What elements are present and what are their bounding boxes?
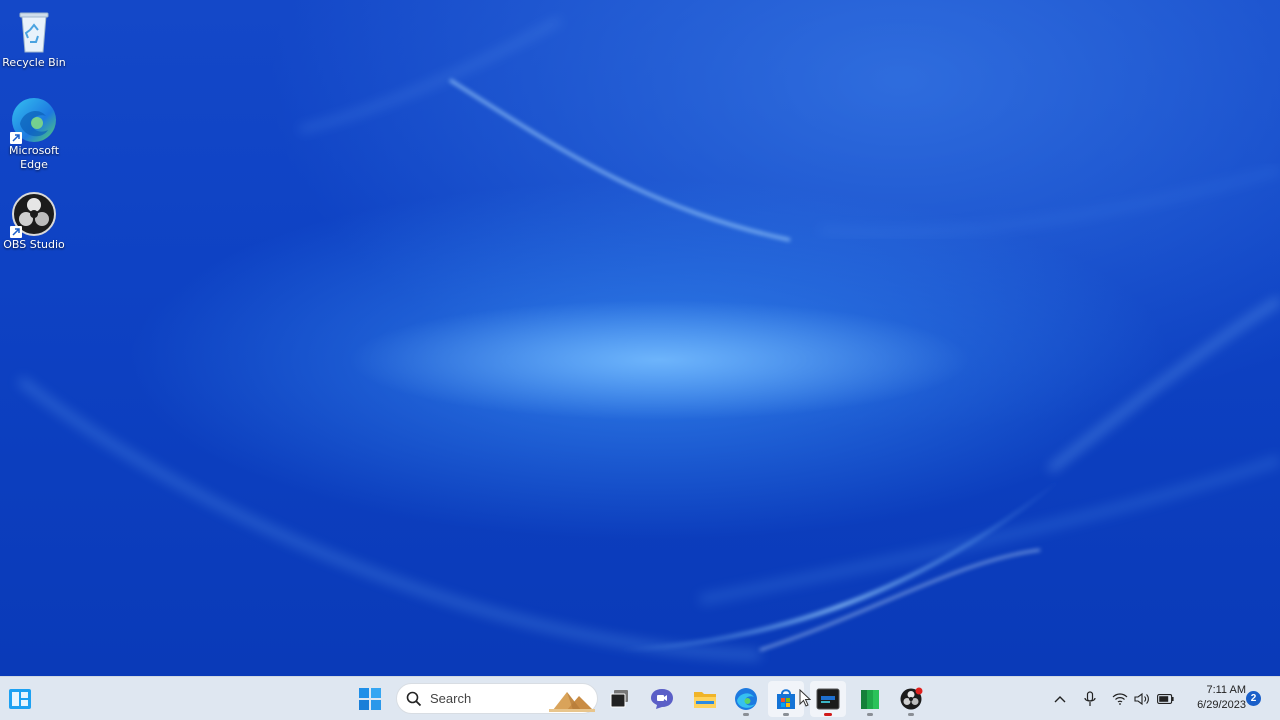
search-icon [406,691,422,706]
running-indicator [908,713,914,716]
running-indicator [867,713,873,716]
recycle-bin-icon [10,8,58,56]
green-app-icon [861,690,879,709]
obs-taskbar-button[interactable] [893,681,929,717]
folder-icon [694,692,716,708]
battery-tray-button[interactable] [1155,685,1175,713]
volume-tray-button[interactable] [1132,685,1152,713]
running-indicator [783,713,789,716]
shortcut-arrow-icon [10,132,22,144]
active-indicator [824,713,832,716]
windows-start-icon [359,688,381,710]
edge-icon [735,688,757,710]
notification-badge[interactable]: 2 [1246,691,1261,706]
shortcut-arrow-icon [10,226,22,238]
desktop-icon-label: Microsoft Edge [8,144,60,171]
obs-icon [10,190,58,238]
running-indicator [743,713,749,716]
widgets-icon [9,689,31,709]
file-explorer-button[interactable] [687,681,723,717]
desktop-icon-label: Recycle Bin [2,56,66,69]
start-button[interactable] [352,681,388,717]
search-highlight-pyramids-icon [549,692,595,712]
green-app-button[interactable] [852,681,888,717]
desktop-wallpaper: Recycle Bin Microsoft Edge OBS Studio [0,0,1280,676]
chevron-up-icon [1054,696,1066,703]
microphone-icon [1084,691,1096,706]
store-icon [777,689,795,709]
task-view-button[interactable] [602,681,638,717]
search-input[interactable] [428,690,542,707]
teams-chat-icon [651,689,673,709]
edge-taskbar-button[interactable] [728,681,764,717]
obs-icon [900,687,923,710]
microphone-tray-button[interactable] [1080,685,1100,713]
clock-time: 7:11 AM [1206,684,1246,696]
clock-button[interactable]: 7:11 AM 6/29/2023 [1180,683,1246,713]
taskbar: 7:11 AM 6/29/2023 2 [0,676,1280,720]
clock-date: 6/29/2023 [1197,699,1246,711]
desktop-icon-label: OBS Studio [3,238,65,251]
widgets-button[interactable] [2,681,38,717]
wallpaper-light-streaks [17,18,1280,659]
mouse-cursor-icon [799,689,811,707]
chat-button[interactable] [644,681,680,717]
show-hidden-icons-button[interactable] [1050,685,1070,713]
edge-icon [10,96,58,144]
network-tray-button[interactable] [1109,685,1131,713]
desktop-icon-recycle-bin[interactable]: Recycle Bin [0,8,68,70]
desktop-icon-obs[interactable]: OBS Studio [0,190,68,252]
desktop-icon-edge[interactable]: Microsoft Edge [0,96,68,172]
terminal-button[interactable] [810,681,846,717]
terminal-icon [816,688,840,710]
task-view-icon [610,690,628,708]
wifi-icon [1112,693,1128,705]
speaker-icon [1133,692,1149,706]
taskbar-search[interactable] [396,683,598,714]
battery-icon [1156,694,1174,704]
